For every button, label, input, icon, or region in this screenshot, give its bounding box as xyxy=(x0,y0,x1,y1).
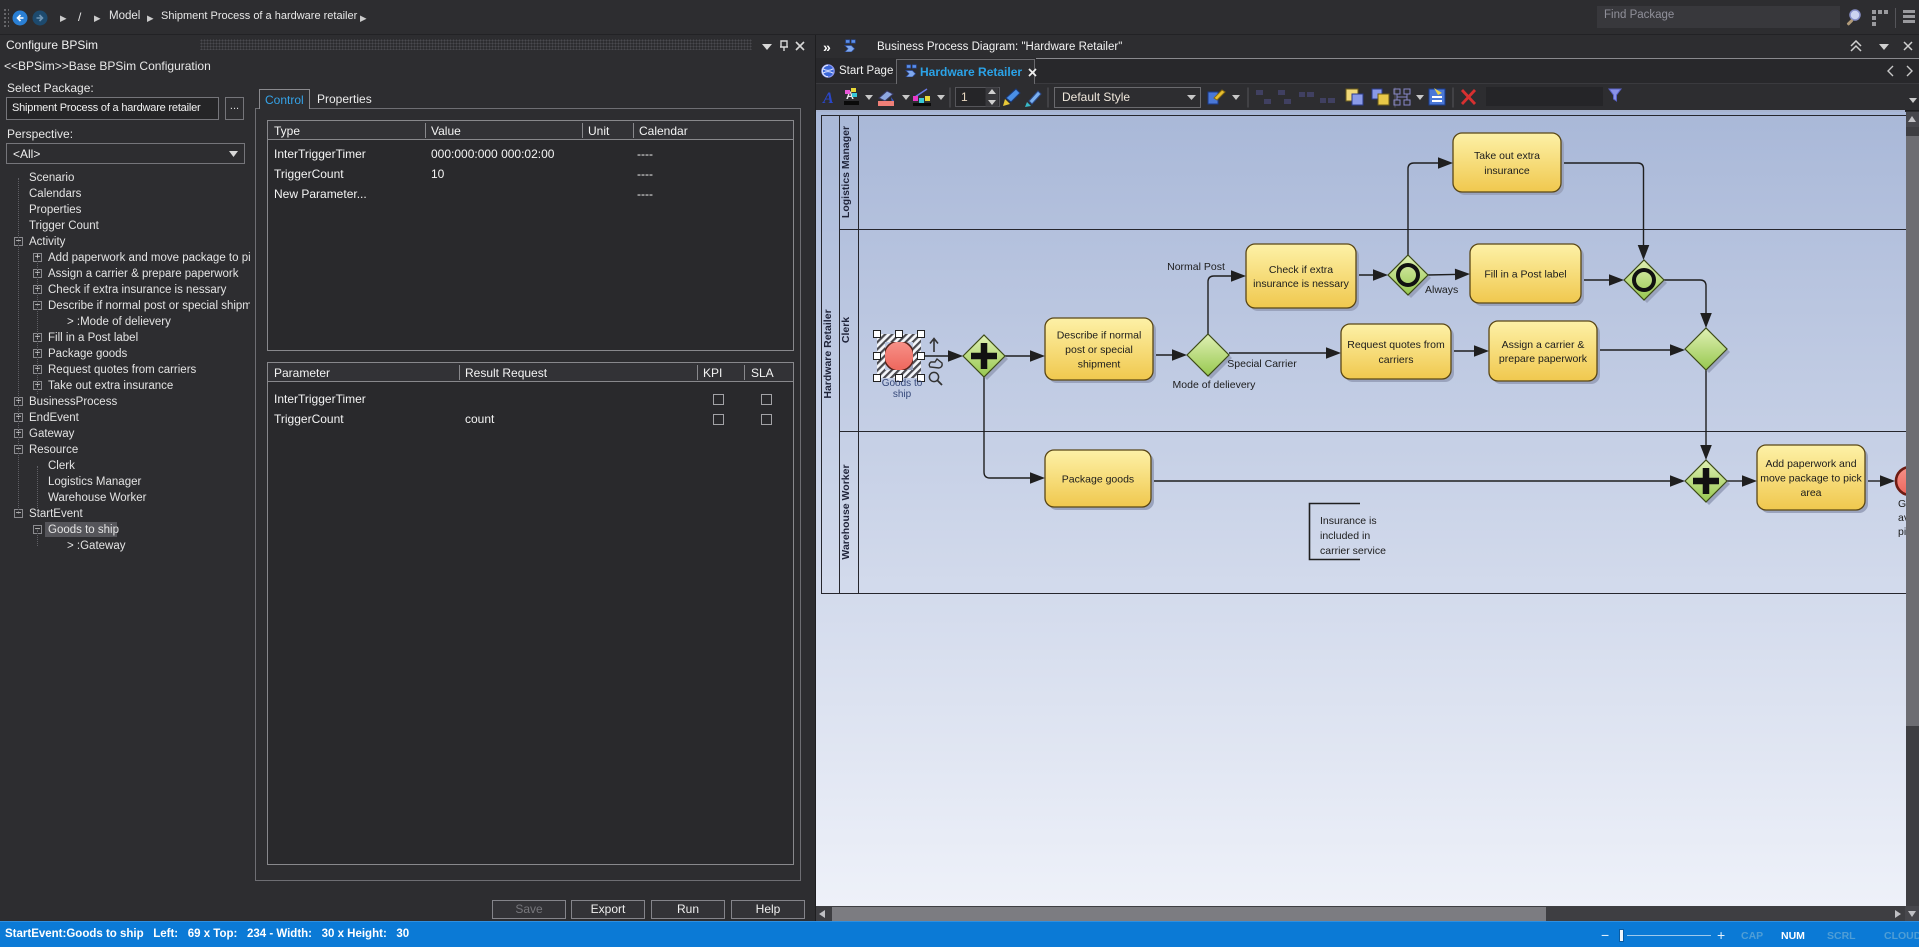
svg-text:Goo: Goo xyxy=(1898,498,1906,510)
svg-text:Hardware Retailer: Hardware Retailer xyxy=(822,309,834,398)
svg-text:ship: ship xyxy=(893,389,912,400)
svg-text:included in: included in xyxy=(1320,530,1370,542)
svg-text:Add paperwork and: Add paperwork and xyxy=(1765,458,1856,470)
svg-text:Default Style: Default Style xyxy=(1062,90,1130,104)
svg-text:post or special: post or special xyxy=(1065,344,1133,356)
svg-text:Normal Post: Normal Post xyxy=(1167,261,1225,273)
svg-text:Request quotes from: Request quotes from xyxy=(1347,339,1445,351)
svg-text:insurance is nessary: insurance is nessary xyxy=(1253,278,1349,290)
svg-text:pick: pick xyxy=(1898,526,1906,538)
svg-text:Warehouse Worker: Warehouse Worker xyxy=(840,464,852,559)
svg-text:carriers: carriers xyxy=(1378,354,1413,366)
svg-text:insurance: insurance xyxy=(1484,165,1530,177)
svg-text:carrier service: carrier service xyxy=(1320,545,1386,557)
svg-text:Insurance is: Insurance is xyxy=(1320,515,1377,527)
svg-text:Goods to: Goods to xyxy=(882,378,923,389)
svg-text:Take out extra: Take out extra xyxy=(1474,150,1540,162)
svg-text:Mode of delievery: Mode of delievery xyxy=(1173,379,1257,391)
svg-text:Fill in a Post label: Fill in a Post label xyxy=(1484,269,1566,281)
svg-text:area: area xyxy=(1800,487,1821,499)
svg-text:Assign a carrier &: Assign a carrier & xyxy=(1502,339,1585,351)
svg-text:Clerk: Clerk xyxy=(840,317,852,343)
svg-text:Special Carrier: Special Carrier xyxy=(1227,358,1297,370)
svg-text:Always: Always xyxy=(1425,284,1458,296)
svg-text:1: 1 xyxy=(961,90,968,104)
svg-text:Logistics Manager: Logistics Manager xyxy=(840,126,852,218)
svg-text:shipment: shipment xyxy=(1078,359,1121,371)
svg-text:A: A xyxy=(822,90,834,107)
svg-text:avai: avai xyxy=(1898,512,1906,524)
svg-text:Check if extra: Check if extra xyxy=(1269,264,1333,276)
svg-text:Describe if normal: Describe if normal xyxy=(1057,330,1142,342)
svg-text:Package goods: Package goods xyxy=(1062,474,1134,486)
svg-text:prepare paperwork: prepare paperwork xyxy=(1499,353,1588,365)
svg-text:move package to pick: move package to pick xyxy=(1760,473,1862,485)
